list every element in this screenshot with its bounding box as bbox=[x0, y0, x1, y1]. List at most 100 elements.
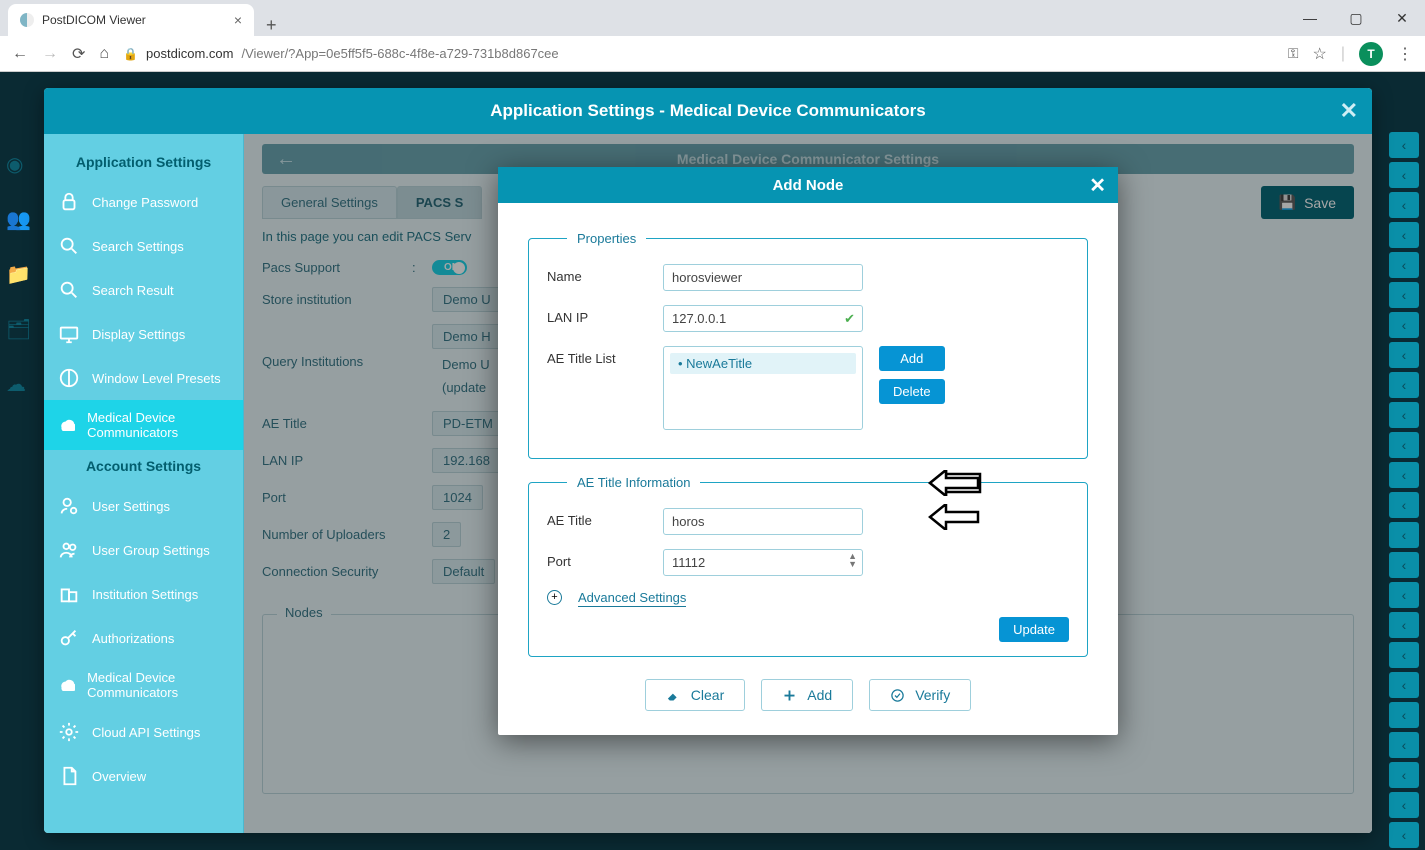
browser-toolbar: ← → ⟳ ⌂ 🔒 postdicom.com/Viewer/?App=0e5f… bbox=[0, 36, 1425, 72]
key-icon[interactable]: ⚿ bbox=[1288, 45, 1299, 62]
sidebar-item-overview[interactable]: Overview bbox=[44, 754, 243, 798]
aetitle-listbox[interactable]: NewAeTitle bbox=[663, 346, 863, 430]
panel-toggle[interactable]: ‹ bbox=[1389, 132, 1419, 158]
panel-toggle[interactable]: ‹ bbox=[1389, 762, 1419, 788]
panel-toggle[interactable]: ‹ bbox=[1389, 552, 1419, 578]
archive-icon[interactable]: 🗂 bbox=[6, 317, 31, 342]
add-aetitle-button[interactable]: Add bbox=[879, 346, 945, 371]
settings-sidebar: Application Settings Change Password Sea… bbox=[44, 134, 244, 833]
lock-icon: 🔒 bbox=[123, 47, 138, 61]
cloud-icon[interactable]: ☁ bbox=[6, 372, 31, 397]
home-button[interactable]: ⌂ bbox=[99, 45, 109, 63]
sidebar-item-label: Change Password bbox=[92, 195, 198, 210]
panel-toggle[interactable]: ‹ bbox=[1389, 462, 1419, 488]
delete-aetitle-button[interactable]: Delete bbox=[879, 379, 945, 404]
add-node-button[interactable]: Add bbox=[761, 679, 853, 711]
panel-toggle[interactable]: ‹ bbox=[1389, 822, 1419, 848]
folder-icon[interactable]: 📁 bbox=[6, 262, 31, 287]
lanip-label: LAN IP bbox=[547, 305, 647, 325]
browser-tab[interactable]: PostDICOM Viewer × bbox=[8, 4, 254, 36]
sidebar-section-app: Application Settings bbox=[44, 146, 243, 180]
sidebar-item-label: Cloud API Settings bbox=[92, 725, 200, 740]
properties-legend: Properties bbox=[567, 231, 646, 246]
aetitle-list-item[interactable]: NewAeTitle bbox=[670, 353, 856, 374]
display-icon bbox=[58, 323, 80, 345]
panel-toggle[interactable]: ‹ bbox=[1389, 312, 1419, 338]
advanced-settings-link[interactable]: Advanced Settings bbox=[578, 590, 686, 607]
add-label: Add bbox=[807, 687, 832, 703]
panel-toggle[interactable]: ‹ bbox=[1389, 372, 1419, 398]
tab-title: PostDICOM Viewer bbox=[42, 13, 146, 27]
logo-icon: ◉ bbox=[6, 152, 31, 177]
sidebar-item-institution[interactable]: Institution Settings bbox=[44, 572, 243, 616]
number-spinner-icon[interactable]: ▲▼ bbox=[848, 552, 857, 568]
dialog-close-button[interactable]: ✕ bbox=[1089, 173, 1106, 198]
browser-tab-strip: PostDICOM Viewer × + — ▢ ✕ bbox=[0, 0, 1425, 36]
new-tab-button[interactable]: + bbox=[254, 15, 289, 36]
back-button[interactable]: ← bbox=[12, 45, 28, 63]
panel-toggle[interactable]: ‹ bbox=[1389, 492, 1419, 518]
sidebar-item-cloudapi[interactable]: Cloud API Settings bbox=[44, 710, 243, 754]
sidebar-item-mdc[interactable]: Medical Device Communicators bbox=[44, 400, 243, 450]
panel-toggle[interactable]: ‹ bbox=[1389, 702, 1419, 728]
panel-toggle[interactable]: ‹ bbox=[1389, 732, 1419, 758]
panel-toggle[interactable]: ‹ bbox=[1389, 612, 1419, 638]
minimize-button[interactable]: — bbox=[1287, 10, 1333, 26]
add-node-dialog: Add Node ✕ Properties Name LAN IP ✔ bbox=[498, 167, 1118, 735]
panel-toggle[interactable]: ‹ bbox=[1389, 522, 1419, 548]
valid-check-icon: ✔ bbox=[844, 311, 855, 327]
lanip-input[interactable] bbox=[663, 305, 863, 332]
sidebar-item-search-settings[interactable]: Search Settings bbox=[44, 224, 243, 268]
panel-toggle[interactable]: ‹ bbox=[1389, 282, 1419, 308]
url-domain: postdicom.com bbox=[146, 46, 233, 61]
browser-menu-icon[interactable]: ⋮ bbox=[1397, 44, 1413, 64]
bookmark-button[interactable]: ☆ bbox=[1313, 44, 1327, 64]
sidebar-item-usergroup[interactable]: User Group Settings bbox=[44, 528, 243, 572]
panel-toggle[interactable]: ‹ bbox=[1389, 672, 1419, 698]
panel-toggle[interactable]: ‹ bbox=[1389, 432, 1419, 458]
sidebar-item-authorizations[interactable]: Authorizations bbox=[44, 616, 243, 660]
address-bar[interactable]: 🔒 postdicom.com/Viewer/?App=0e5ff5f5-688… bbox=[123, 46, 1274, 61]
name-input[interactable] bbox=[663, 264, 863, 291]
aetitlelist-label: AE Title List bbox=[547, 346, 647, 366]
panel-toggle[interactable]: ‹ bbox=[1389, 252, 1419, 278]
sidebar-item-label: Overview bbox=[92, 769, 146, 784]
clear-button[interactable]: Clear bbox=[645, 679, 745, 711]
panel-toggle[interactable]: ‹ bbox=[1389, 642, 1419, 668]
dialog-title: Add Node bbox=[773, 177, 844, 194]
sidebar-item-change-password[interactable]: Change Password bbox=[44, 180, 243, 224]
plus-circle-icon[interactable]: + bbox=[547, 590, 562, 605]
sidebar-item-mdc-account[interactable]: Medical Device Communicators bbox=[44, 660, 243, 710]
close-window-button[interactable]: ✕ bbox=[1379, 10, 1425, 27]
panel-toggle[interactable]: ‹ bbox=[1389, 582, 1419, 608]
settings-close-button[interactable]: ✕ bbox=[1340, 98, 1358, 124]
port-input[interactable] bbox=[663, 549, 863, 576]
favicon bbox=[20, 13, 34, 27]
aetitle-input[interactable] bbox=[663, 508, 863, 535]
sidebar-item-label: User Settings bbox=[92, 499, 170, 514]
panel-toggle[interactable]: ‹ bbox=[1389, 162, 1419, 188]
sidebar-item-user-settings[interactable]: User Settings bbox=[44, 484, 243, 528]
sidebar-item-window-level[interactable]: Window Level Presets bbox=[44, 356, 243, 400]
panel-toggle[interactable]: ‹ bbox=[1389, 222, 1419, 248]
panel-toggle[interactable]: ‹ bbox=[1389, 342, 1419, 368]
profile-avatar[interactable]: T bbox=[1359, 42, 1383, 66]
panel-toggle[interactable]: ‹ bbox=[1389, 192, 1419, 218]
verify-button[interactable]: Verify bbox=[869, 679, 971, 711]
lock-icon bbox=[58, 191, 80, 213]
user-gear-icon bbox=[58, 495, 80, 517]
verify-label: Verify bbox=[915, 687, 950, 703]
sidebar-item-label: Search Result bbox=[92, 283, 174, 298]
update-button[interactable]: Update bbox=[999, 617, 1069, 642]
panel-toggle[interactable]: ‹ bbox=[1389, 402, 1419, 428]
search-icon bbox=[58, 279, 80, 301]
maximize-button[interactable]: ▢ bbox=[1333, 10, 1379, 27]
reload-button[interactable]: ⟳ bbox=[72, 44, 85, 64]
sidebar-item-label: User Group Settings bbox=[92, 543, 210, 558]
contrast-icon bbox=[58, 367, 80, 389]
panel-toggle[interactable]: ‹ bbox=[1389, 792, 1419, 818]
sidebar-item-display-settings[interactable]: Display Settings bbox=[44, 312, 243, 356]
sidebar-item-search-result[interactable]: Search Result bbox=[44, 268, 243, 312]
tab-close-icon[interactable]: × bbox=[234, 12, 242, 28]
patients-icon[interactable]: 👥 bbox=[6, 207, 31, 232]
